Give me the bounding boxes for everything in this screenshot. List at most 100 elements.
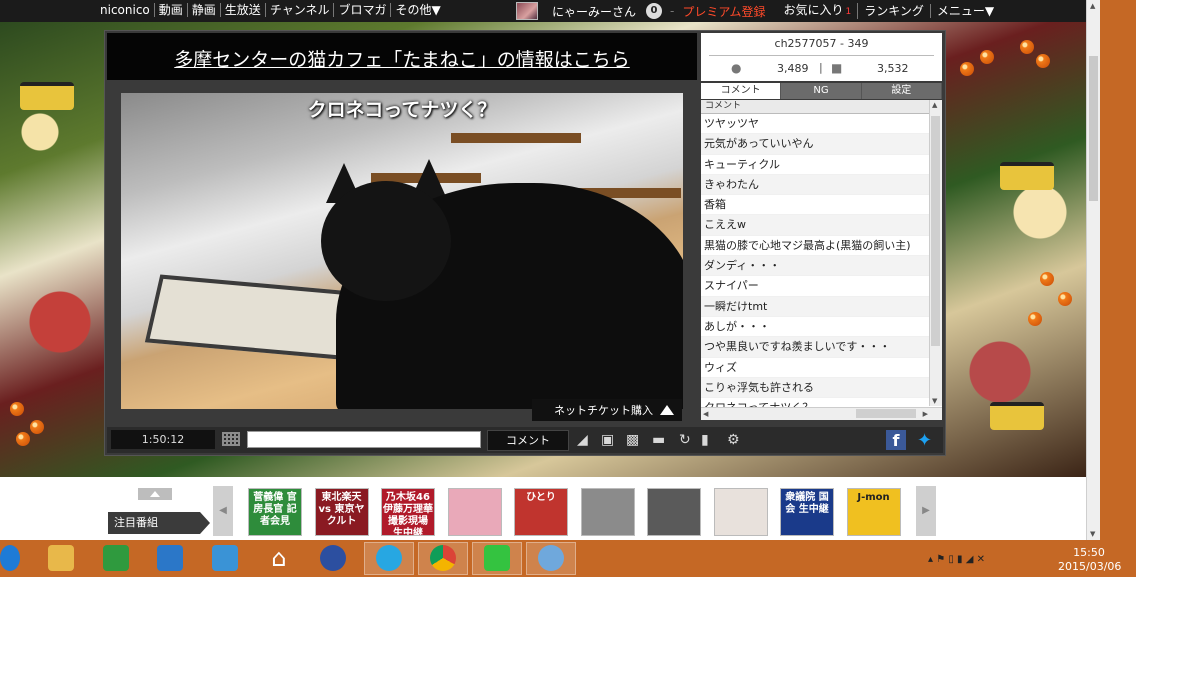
clock-time: 15:50 bbox=[1073, 546, 1105, 559]
tab-comments[interactable]: コメント bbox=[701, 83, 782, 99]
net-ticket-button[interactable]: ネットチケット購入 bbox=[532, 399, 682, 421]
screen-size-icon[interactable]: ▬ bbox=[652, 431, 665, 449]
strip-prev-button[interactable]: ◀ bbox=[213, 486, 233, 536]
video-cat-head bbox=[321, 181, 451, 301]
featured-tile[interactable] bbox=[647, 488, 701, 536]
featured-tile[interactable] bbox=[447, 488, 502, 536]
comment-row[interactable]: キューティクル bbox=[701, 155, 930, 175]
page-scroll-thumb[interactable] bbox=[1089, 56, 1098, 201]
line-icon bbox=[484, 545, 510, 571]
strip-collapse-button[interactable] bbox=[138, 488, 172, 500]
nav-link-channel[interactable]: チャンネル bbox=[266, 3, 335, 17]
nav-link-niconico[interactable]: niconico bbox=[96, 3, 155, 17]
nav-separator: - bbox=[670, 4, 675, 18]
featured-tile-text bbox=[715, 489, 767, 492]
comment-row[interactable]: こええw bbox=[701, 215, 930, 236]
featured-tile-text bbox=[449, 489, 501, 492]
system-tray[interactable]: ▴ ⚑ ▯ ▮ ◢ ✕ bbox=[928, 554, 985, 565]
gamepad-icon[interactable]: ▮ bbox=[701, 431, 709, 449]
desktop-pc-icon[interactable] bbox=[157, 545, 183, 571]
notification-badge[interactable]: 0 bbox=[646, 3, 663, 19]
user-name[interactable]: にゃーみーさん bbox=[552, 3, 636, 20]
channel-info: ch2577057 - 349 ● 3,489 | ■ 3,532 bbox=[701, 33, 942, 81]
home-icon[interactable]: ⌂ bbox=[266, 545, 292, 571]
comment-row[interactable]: 元気があっていいやん bbox=[701, 134, 930, 155]
comment-row[interactable]: きゃわたん bbox=[701, 174, 930, 196]
menu-link[interactable]: メニュー▼ bbox=[931, 4, 1000, 18]
comment-row[interactable]: 一瞬だけtmt bbox=[701, 296, 930, 317]
decor-roe-icon bbox=[1020, 40, 1034, 54]
featured-tile[interactable] bbox=[713, 488, 768, 536]
comment-input[interactable] bbox=[247, 431, 481, 448]
nico-script-icon[interactable]: ▩ bbox=[626, 431, 639, 449]
comment-count: 3,532 bbox=[877, 62, 909, 75]
tab-ng[interactable]: NG bbox=[781, 83, 862, 99]
decor-roe-icon bbox=[1036, 54, 1050, 68]
video-frame[interactable]: クロネコってナツく？ bbox=[121, 93, 683, 409]
featured-tile[interactable]: 衆議院 国会 生中継 bbox=[780, 488, 834, 536]
tab-settings[interactable]: 設定 bbox=[861, 83, 942, 99]
featured-tile[interactable]: 東北楽天 vs 東京ヤクルト bbox=[314, 488, 369, 536]
comment-hscroll-thumb[interactable] bbox=[856, 409, 916, 418]
thunderbird-icon[interactable] bbox=[320, 545, 346, 571]
comment-row[interactable]: 黒猫の膝で心地マジ最高よ(黒猫の飼い主) bbox=[701, 236, 930, 257]
comment-row[interactable]: スナイパー bbox=[701, 276, 930, 297]
nav-link-video[interactable]: 動画 bbox=[155, 3, 188, 17]
page-scrollbar[interactable]: ▲ ▼ bbox=[1086, 0, 1101, 540]
strip-next-button[interactable]: ▶ bbox=[916, 486, 936, 536]
windows-taskbar: ⌂ ▴ ⚑ ▯ ▮ ◢ ✕ 15:50 2015/03/06 bbox=[0, 540, 1136, 577]
side-tabs: コメント NG 設定 bbox=[701, 83, 942, 99]
comment-list[interactable]: コメント ツヤッツヤ 元気があっていいやん キューティクル きゃわたん 香箱 こ… bbox=[701, 100, 942, 420]
featured-tile[interactable]: 菅義偉 官房長官 記者会見 bbox=[248, 488, 302, 536]
favorites-link[interactable]: お気に入り 1 bbox=[778, 3, 859, 19]
comment-row[interactable]: ツヤッツヤ bbox=[701, 114, 930, 135]
nav-link-other[interactable]: その他▼ bbox=[391, 3, 444, 17]
ranking-link[interactable]: ランキング bbox=[858, 4, 931, 18]
twitter-icon[interactable]: ✦ bbox=[917, 430, 932, 451]
page-scroll-down-icon[interactable]: ▼ bbox=[1090, 530, 1095, 538]
nav-link-live[interactable]: 生放送 bbox=[221, 3, 266, 17]
premium-link[interactable]: プレミアム登録 bbox=[682, 3, 765, 20]
featured-tile[interactable]: ひとり bbox=[514, 488, 568, 536]
player-title-link[interactable]: 多摩センターの猫カフェ「たまねこ」の情報はこちら bbox=[107, 45, 697, 72]
scroll-right-icon[interactable]: ▶ bbox=[923, 410, 928, 418]
volume-icon[interactable]: ◢ bbox=[577, 431, 588, 449]
comment-row[interactable]: 香箱 bbox=[701, 195, 930, 216]
featured-tile[interactable] bbox=[580, 488, 635, 536]
scroll-left-icon[interactable]: ◀ bbox=[703, 410, 708, 418]
scroll-up-icon[interactable]: ▲ bbox=[932, 101, 937, 109]
decor-roe-icon bbox=[1028, 312, 1042, 326]
nav-link-blomaga[interactable]: ブロマガ bbox=[334, 3, 392, 17]
favorites-count: 1 bbox=[845, 7, 852, 17]
scroll-down-icon[interactable]: ▼ bbox=[932, 397, 937, 405]
comment-list-scrollbar[interactable]: ▲ ▼ bbox=[929, 100, 942, 406]
store-icon[interactable] bbox=[103, 545, 129, 571]
featured-tile[interactable]: J-mon bbox=[846, 488, 901, 536]
comment-column-header[interactable]: コメント bbox=[701, 100, 933, 114]
user-avatar[interactable] bbox=[516, 2, 538, 20]
featured-tile-text bbox=[582, 489, 634, 492]
comment-submit-button[interactable]: コメント bbox=[487, 430, 569, 451]
comment-scroll-thumb[interactable] bbox=[931, 116, 940, 346]
comment-row[interactable]: こりゃ浮気も許される bbox=[701, 377, 930, 399]
stats-separator: | bbox=[819, 61, 823, 74]
comment-row[interactable]: つや黒良いですね羨ましいです・・・ bbox=[701, 337, 930, 358]
command-grid-icon[interactable] bbox=[222, 432, 240, 446]
comment-list-hscrollbar[interactable]: ◀ ▶ bbox=[701, 407, 942, 420]
featured-tile[interactable]: 乃木坂46 伊藤万理華 撮影現場 生中継 bbox=[381, 488, 435, 536]
comment-row[interactable]: ダンディ・・・ bbox=[701, 256, 930, 277]
settings-gear-icon[interactable]: ⚙ bbox=[727, 431, 740, 449]
comment-toggle-icon[interactable]: ▣ bbox=[601, 431, 614, 449]
file-explorer-icon[interactable] bbox=[48, 545, 74, 571]
comment-row[interactable]: あしが・・・ bbox=[701, 317, 930, 338]
reload-icon[interactable]: ↻ bbox=[679, 431, 691, 449]
player-controls: 1:50:12 コメント ◢ ▣ ▩ ▬ ↻ ▮ ⚙ f ✦ bbox=[107, 427, 943, 453]
mail-icon[interactable] bbox=[212, 545, 238, 571]
taskbar-clock[interactable]: 15:50 2015/03/06 bbox=[1058, 546, 1121, 574]
nav-link-seiga[interactable]: 静画 bbox=[188, 3, 221, 17]
facebook-icon[interactable]: f bbox=[886, 430, 906, 450]
ie-icon[interactable] bbox=[0, 545, 20, 571]
skype-icon bbox=[376, 545, 402, 571]
comment-row[interactable]: ウィズ bbox=[701, 358, 930, 378]
page-scroll-up-icon[interactable]: ▲ bbox=[1090, 2, 1095, 10]
